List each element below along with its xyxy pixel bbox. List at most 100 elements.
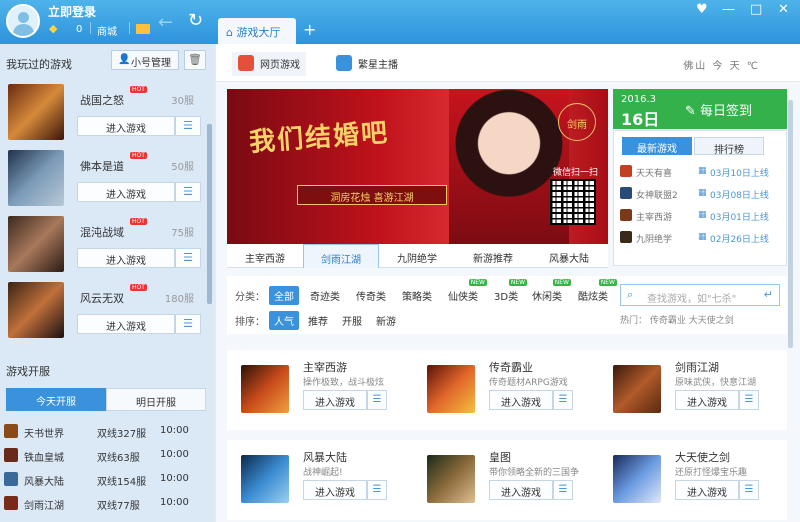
list-icon[interactable]: ☰ xyxy=(739,480,759,500)
enter-game-button[interactable]: 进入游戏 xyxy=(77,248,175,268)
refresh-icon[interactable]: ↻ xyxy=(188,10,203,31)
enter-game-button[interactable]: 进入游戏 xyxy=(489,390,553,410)
sort-new[interactable]: 新游 xyxy=(371,311,401,330)
sort-recommend[interactable]: 推荐 xyxy=(303,311,333,330)
server-row[interactable]: 剑雨江湖 双线77服 10:00 xyxy=(4,492,204,516)
new-game-row[interactable]: 天天有喜 ▦ 03月10日上线 xyxy=(620,161,780,183)
category-item: 仙侠类 NEW xyxy=(443,279,487,305)
hot-link[interactable]: 大天使之剑 xyxy=(689,316,734,326)
game-thumbnail[interactable] xyxy=(8,84,64,140)
daily-signin-button[interactable]: ✎ 每日签到 xyxy=(685,100,752,119)
alt-account-button[interactable]: 👤 小号管理 xyxy=(111,50,179,70)
trash-icon[interactable]: 🗑 xyxy=(184,50,206,70)
banner-tab[interactable]: 主宰西游 xyxy=(227,244,303,268)
game-description: 还原打怪爆宝乐趣 xyxy=(675,468,748,478)
maximize-button[interactable]: □ xyxy=(750,2,762,17)
sort-label: 排序： xyxy=(235,317,265,328)
new-badge: NEW xyxy=(552,279,571,286)
category-item[interactable]: 传奇类 xyxy=(351,286,391,305)
game-cover[interactable] xyxy=(427,365,475,413)
category-item: 3D类 NEW xyxy=(489,279,528,305)
server-row[interactable]: 风暴大陆 双线154服 10:00 xyxy=(4,468,204,492)
server-row[interactable]: 天书世界 双线327服 10:00 xyxy=(4,420,204,444)
new-game-row[interactable]: 女神联盟2 ▦ 03月08日上线 xyxy=(620,183,780,205)
launch-date: 03月10日上线 xyxy=(710,169,769,179)
sort-popular[interactable]: 人气 xyxy=(269,311,299,330)
promo-banner[interactable]: 我们结婚吧 洞房花烛 喜游江湖 剑雨 微信扫一扫 xyxy=(227,89,608,244)
banner-subtitle: 洞房花烛 喜游江湖 xyxy=(297,185,447,205)
game-thumbnail[interactable] xyxy=(8,150,64,206)
server-row[interactable]: 铁血皇城 双线63服 10:00 xyxy=(4,444,204,468)
game-description: 带你领略全新的三国争 xyxy=(489,468,580,478)
game-cover[interactable] xyxy=(613,365,661,413)
banner-tabs: 主宰西游 剑雨江湖 九阴绝学 新游推荐 风暴大陆 xyxy=(227,244,608,268)
banner-tab-active[interactable]: 剑雨江湖 xyxy=(303,244,379,268)
search-icon: ⌕ xyxy=(627,288,634,301)
list-icon[interactable]: ☰ xyxy=(553,390,573,410)
game-icon xyxy=(620,209,632,221)
game-thumbnail[interactable] xyxy=(8,282,64,338)
enter-icon[interactable]: ↵ xyxy=(764,288,773,301)
microphone-icon xyxy=(336,55,352,71)
tab-new-games[interactable]: 最新游戏 xyxy=(622,137,692,155)
list-icon[interactable]: ☰ xyxy=(175,116,201,136)
enter-game-button[interactable]: 进入游戏 xyxy=(675,480,739,500)
new-game-row[interactable]: 九阴绝学 ▦ 02月26日上线 xyxy=(620,227,780,249)
list-icon[interactable]: ☰ xyxy=(739,390,759,410)
game-cover[interactable] xyxy=(427,455,475,503)
enter-game-button[interactable]: 进入游戏 xyxy=(77,116,175,136)
banner-tab[interactable]: 风暴大陆 xyxy=(531,244,607,268)
game-card-row: 风暴大陆 战神崛起! 进入游戏 ☰ 皇图 带你领略全新的三国争 进入游戏 ☰ 大… xyxy=(227,440,787,520)
tab-today-open[interactable]: 今天开服 xyxy=(6,388,106,411)
game-card: 风暴大陆 战神崛起! 进入游戏 ☰ xyxy=(227,440,413,520)
scrollbar[interactable] xyxy=(207,124,212,304)
new-game-row[interactable]: 主宰西游 ▦ 03月01日上线 xyxy=(620,205,780,227)
mail-icon[interactable] xyxy=(136,24,150,34)
favorite-icon[interactable]: ♥ xyxy=(696,2,708,17)
new-tab-button[interactable]: + xyxy=(303,20,316,39)
search-placeholder: 查找游戏，如"七杀" xyxy=(647,294,737,305)
list-icon[interactable]: ☰ xyxy=(367,480,387,500)
login-button[interactable]: 立即登录 xyxy=(48,3,96,20)
back-arrow-icon[interactable]: ← xyxy=(158,12,173,33)
enter-game-button[interactable]: 进入游戏 xyxy=(77,182,175,202)
sort-open-server[interactable]: 开服 xyxy=(337,311,367,330)
game-cover[interactable] xyxy=(241,455,289,503)
minimize-button[interactable]: — xyxy=(722,2,735,17)
server-open-tabs: 今天开服 明日开服 xyxy=(6,388,206,411)
enter-game-button[interactable]: 进入游戏 xyxy=(675,390,739,410)
enter-game-button[interactable]: 进入游戏 xyxy=(489,480,553,500)
enter-game-button[interactable]: 进入游戏 xyxy=(303,390,367,410)
list-icon[interactable]: ☰ xyxy=(367,390,387,410)
list-icon[interactable]: ☰ xyxy=(175,182,201,202)
tab-web-games[interactable]: 网页游戏 xyxy=(232,52,306,76)
enter-game-button[interactable]: 进入游戏 xyxy=(77,314,175,334)
hot-link[interactable]: 传奇霸业 xyxy=(650,316,686,326)
banner-tab[interactable]: 新游推荐 xyxy=(455,244,531,268)
tab-game-hall[interactable]: ⌂ 游戏大厅 xyxy=(218,18,296,44)
banner-tab[interactable]: 九阴绝学 xyxy=(379,244,455,268)
scrollbar[interactable] xyxy=(788,100,793,348)
server-game-name: 天书世界 xyxy=(24,429,64,440)
mall-link[interactable]: 商城 xyxy=(97,23,117,38)
avatar[interactable] xyxy=(6,4,40,38)
played-game-item: 风云无双 HOT 180服 进入游戏 ☰ xyxy=(0,282,210,348)
tab-ranking[interactable]: 排行榜 xyxy=(694,137,764,156)
game-card: 传奇霸业 传奇题材ARPG游戏 进入游戏 ☰ xyxy=(413,350,599,430)
game-thumbnail[interactable] xyxy=(8,216,64,272)
game-cover[interactable] xyxy=(613,455,661,503)
category-item[interactable]: 奇迹类 xyxy=(305,286,345,305)
list-icon[interactable]: ☰ xyxy=(175,314,201,334)
game-title: 主宰西游 xyxy=(303,361,347,374)
enter-game-button[interactable]: 进入游戏 xyxy=(303,480,367,500)
tab-star-streamer[interactable]: 繁星主播 xyxy=(330,52,404,76)
close-button[interactable]: ✕ xyxy=(778,2,789,17)
category-all[interactable]: 全部 xyxy=(269,286,299,305)
list-icon[interactable]: ☰ xyxy=(175,248,201,268)
game-cover[interactable] xyxy=(241,365,289,413)
list-icon[interactable]: ☰ xyxy=(553,480,573,500)
calendar-icon: ▦ xyxy=(698,166,707,176)
tab-tomorrow-open[interactable]: 明日开服 xyxy=(106,388,206,411)
search-input[interactable]: ⌕ 查找游戏，如"七杀" ↵ xyxy=(620,284,780,306)
category-item[interactable]: 策略类 xyxy=(397,286,437,305)
